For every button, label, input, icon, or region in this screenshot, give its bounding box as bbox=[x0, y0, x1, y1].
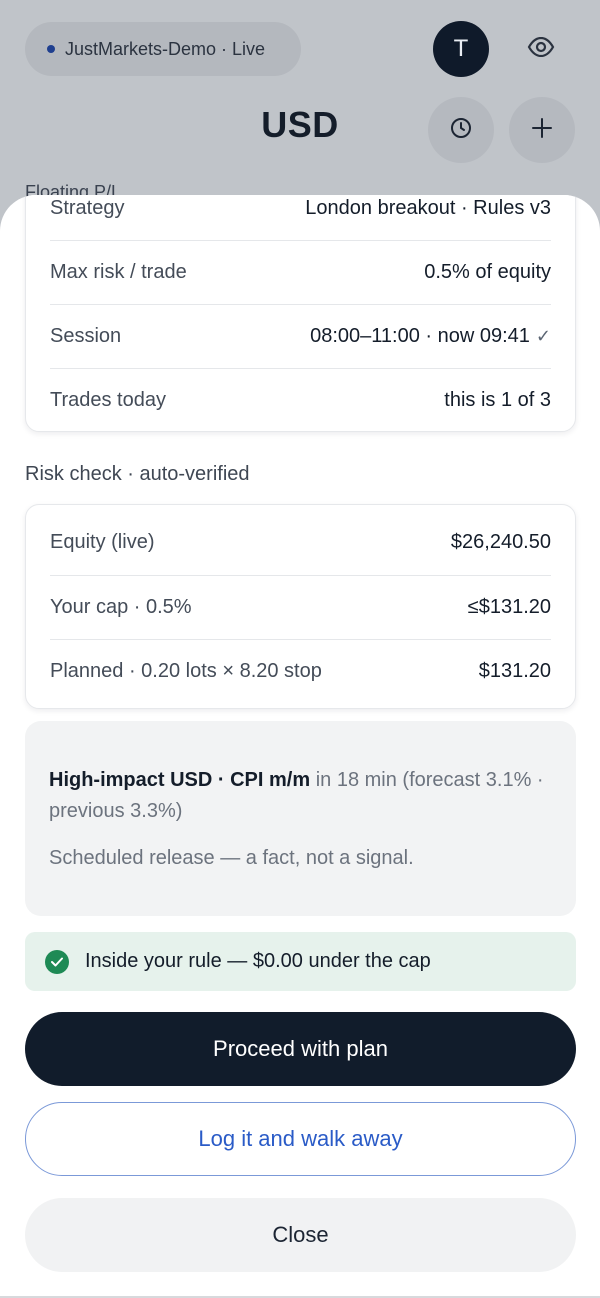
risk-row-planned: Planned · 0.20 lots × 8.20 stop $131.20 bbox=[50, 639, 551, 703]
rule-status-banner: Inside your rule — $0.00 under the cap bbox=[25, 932, 576, 991]
plan-row-trades-today: Trades today this is 1 of 3 bbox=[50, 368, 551, 432]
plus-icon bbox=[530, 116, 554, 145]
risk-row-equity: Equity (live) $26,240.50 bbox=[50, 510, 551, 574]
row-value: 08:00–11:00 · now 09:41 bbox=[310, 324, 530, 347]
risk-row-cap: Your cap · 0.5% ≤$131.20 bbox=[50, 575, 551, 639]
account-selector[interactable]: JustMarkets-Demo · Live bbox=[25, 22, 301, 76]
row-label: Equity (live) bbox=[50, 530, 155, 553]
row-value: 0.5% of equity bbox=[424, 260, 551, 283]
add-button[interactable] bbox=[509, 97, 575, 163]
economic-event-notice: High-impact USD · CPI m/m in 18 min (for… bbox=[25, 721, 576, 916]
live-status-dot bbox=[47, 45, 55, 53]
row-value: this is 1 of 3 bbox=[444, 388, 551, 411]
eye-icon bbox=[527, 36, 555, 62]
proceed-button[interactable]: Proceed with plan bbox=[25, 1012, 576, 1086]
rule-status-text: Inside your rule — $0.00 under the cap bbox=[85, 950, 431, 972]
row-label: Max risk / trade bbox=[50, 260, 187, 283]
risk-check-heading: Risk check · auto-verified bbox=[25, 463, 250, 485]
plan-row-strategy: Strategy London breakout · Rules v3 bbox=[50, 195, 551, 240]
row-label: Your cap · 0.5% bbox=[50, 595, 192, 618]
check-circle-icon bbox=[45, 949, 69, 974]
event-description: High-impact USD · CPI m/m in 18 min (for… bbox=[49, 765, 552, 827]
avatar-initial: T bbox=[453, 35, 469, 62]
check-icon: ✓ bbox=[535, 325, 551, 346]
row-value: $26,240.50 bbox=[450, 530, 551, 553]
row-label: Trades today bbox=[50, 388, 166, 411]
clock-icon bbox=[449, 116, 473, 145]
event-title: High-impact USD · CPI m/m bbox=[49, 769, 311, 791]
plan-card: Strategy London breakout · Rules v3 Max … bbox=[25, 195, 576, 432]
history-button[interactable] bbox=[428, 97, 494, 163]
row-label: Planned · 0.20 lots × 8.20 stop bbox=[50, 659, 322, 682]
plan-row-session: Session 08:00–11:00 · now 09:41 ✓ bbox=[50, 304, 551, 368]
visibility-toggle-button[interactable] bbox=[515, 23, 567, 75]
row-label: Session bbox=[50, 324, 122, 347]
risk-card: Equity (live) $26,240.50 Your cap · 0.5%… bbox=[25, 504, 576, 709]
plan-row-max-risk: Max risk / trade 0.5% of equity bbox=[50, 240, 551, 304]
close-button[interactable]: Close bbox=[25, 1198, 576, 1272]
avatar[interactable]: T bbox=[433, 21, 489, 77]
row-value: ≤$131.20 bbox=[467, 595, 551, 618]
row-label: Strategy bbox=[50, 196, 125, 219]
log-and-walk-away-button[interactable]: Log it and walk away bbox=[25, 1102, 576, 1176]
row-value: $131.20 bbox=[478, 659, 551, 682]
row-value: London breakout · Rules v3 bbox=[305, 196, 551, 219]
row-value-group: 08:00–11:00 · now 09:41 ✓ bbox=[310, 325, 551, 348]
event-note: Scheduled release — a fact, not a signal… bbox=[49, 847, 414, 869]
account-label: JustMarkets-Demo · Live bbox=[65, 38, 266, 59]
trade-review-sheet: Strategy London breakout · Rules v3 Max … bbox=[0, 195, 600, 1298]
